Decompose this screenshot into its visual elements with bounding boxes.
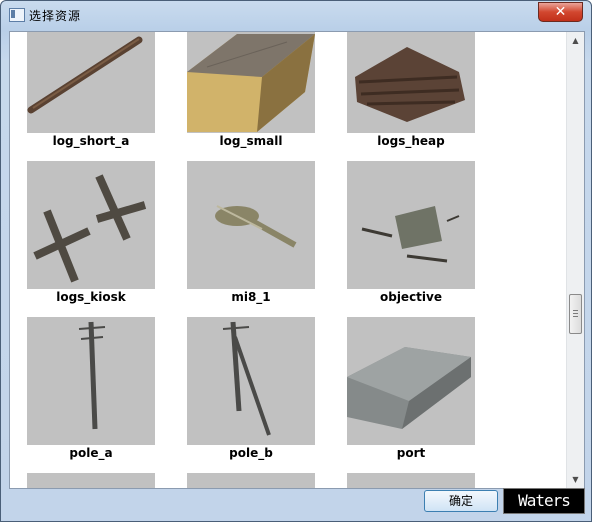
tile-label: objective bbox=[379, 290, 442, 304]
resource-tile[interactable]: port bbox=[347, 317, 475, 461]
resource-tile[interactable]: log_small bbox=[187, 32, 315, 149]
tile-label: pole_a bbox=[69, 446, 113, 460]
helicopter-icon bbox=[187, 161, 315, 289]
resource-tile[interactable] bbox=[27, 473, 155, 488]
resource-tile[interactable]: objective bbox=[347, 161, 475, 305]
scroll-down-icon[interactable]: ▼ bbox=[567, 471, 584, 488]
logs-kiosk-icon bbox=[27, 161, 155, 289]
log-small-icon bbox=[187, 32, 315, 133]
tile-label: logs_heap bbox=[377, 134, 445, 148]
resource-tile[interactable] bbox=[347, 473, 475, 488]
dialog-footer: 确定 Waters bbox=[9, 488, 585, 515]
port-icon bbox=[347, 317, 475, 445]
tile-label: pole_b bbox=[229, 446, 273, 460]
resource-panel: log_short_a log_small logs_heap logs_kio… bbox=[9, 31, 585, 489]
tile-label: logs_kiosk bbox=[56, 290, 126, 304]
close-icon: ✕ bbox=[554, 4, 567, 20]
ok-button[interactable]: 确定 bbox=[424, 490, 498, 512]
window-icon bbox=[9, 8, 25, 22]
resource-tile[interactable]: logs_kiosk bbox=[27, 161, 155, 305]
resource-tile[interactable]: logs_heap bbox=[347, 32, 475, 149]
resource-dialog: 选择资源 ✕ log_short_a log_small logs_heap l… bbox=[0, 0, 592, 522]
resource-grid[interactable]: log_short_a log_small logs_heap logs_kio… bbox=[10, 32, 566, 488]
tile-label: log_small bbox=[219, 134, 283, 148]
vertical-scrollbar[interactable]: ▲ ▼ bbox=[566, 32, 584, 488]
resource-thumbnail bbox=[347, 473, 475, 488]
resource-tile[interactable]: log_short_a bbox=[27, 32, 155, 149]
resource-tile[interactable]: pole_b bbox=[187, 317, 315, 461]
tile-label: port bbox=[396, 446, 426, 460]
logs-heap-icon bbox=[347, 32, 475, 133]
resource-tile[interactable]: mi8_1 bbox=[187, 161, 315, 305]
tile-label: log_short_a bbox=[52, 134, 130, 148]
objective-icon bbox=[347, 161, 475, 289]
watermark-logo: Waters bbox=[503, 488, 585, 514]
resource-thumbnail bbox=[27, 473, 155, 488]
window-title: 选择资源 bbox=[29, 9, 82, 23]
title-bar[interactable]: 选择资源 ✕ bbox=[1, 1, 591, 29]
pole-b-icon bbox=[187, 317, 315, 445]
resource-tile[interactable] bbox=[187, 473, 315, 488]
resource-thumbnail bbox=[187, 473, 315, 488]
log-short-icon bbox=[27, 32, 155, 133]
scroll-up-icon[interactable]: ▲ bbox=[567, 32, 584, 49]
close-button[interactable]: ✕ bbox=[538, 2, 583, 22]
tile-label: mi8_1 bbox=[231, 290, 271, 304]
pole-a-icon bbox=[27, 317, 155, 445]
resource-tile[interactable]: pole_a bbox=[27, 317, 155, 461]
scrollbar-thumb[interactable] bbox=[569, 294, 582, 334]
